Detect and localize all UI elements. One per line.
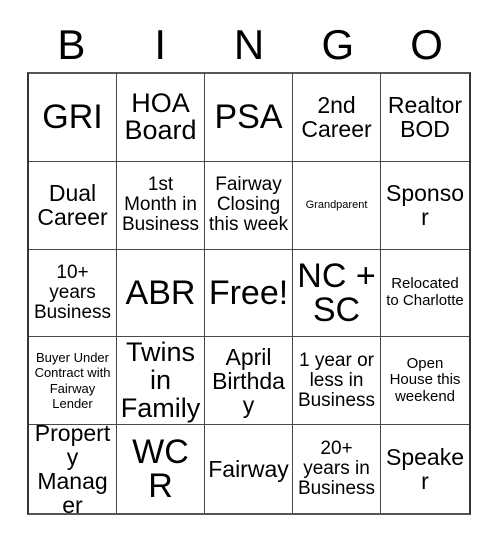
bingo-cell[interactable]: 1 year or less in Business: [293, 337, 381, 426]
bingo-cell-label: 1st Month in Business: [121, 174, 200, 236]
bingo-cell[interactable]: Grandparent: [293, 161, 381, 250]
bingo-cell-label: WCR: [132, 433, 189, 506]
bingo-cell-label: NC + SC: [297, 256, 376, 329]
bingo-header-letter-i: I: [154, 21, 167, 68]
bingo-cell-label: Relocated to Charlotte: [386, 275, 464, 309]
bingo-cell-label: Fairway: [208, 456, 289, 483]
bingo-cell[interactable]: 2nd Career: [293, 74, 381, 162]
bingo-cell[interactable]: Property Manager: [29, 425, 117, 513]
bingo-cell-label: Property Manager: [34, 425, 111, 513]
bingo-header-letter-n: N: [233, 21, 265, 68]
bingo-cell[interactable]: Realtor BOD: [381, 74, 469, 162]
bingo-cell-label: ABR: [125, 273, 196, 312]
bingo-cell-label: Buyer Under Contract with Fairway Lender: [34, 350, 111, 412]
bingo-cell-label: Fairway Closing this week: [208, 174, 289, 236]
bingo-cell-label: Open House this weekend: [389, 354, 461, 406]
bingo-card: B I N G O GRI HOA Board PSA 2nd Career R…: [0, 0, 500, 544]
bingo-cell-label: Free!: [208, 273, 289, 312]
bingo-cell-label: Sponsor: [385, 180, 464, 231]
bingo-cell[interactable]: 1st Month in Business: [117, 161, 205, 250]
bingo-cell-label: Twins in Family: [120, 337, 201, 423]
bingo-cell-label: 10+ years Business: [33, 261, 112, 324]
bingo-cell[interactable]: Relocated to Charlotte: [381, 249, 469, 338]
bingo-cell-label: Grandparent: [305, 198, 368, 211]
bingo-header-letter-b: B: [57, 21, 86, 68]
bingo-cell[interactable]: PSA: [205, 74, 293, 162]
bingo-cell-label: Speaker: [385, 443, 464, 495]
bingo-cell-label: PSA: [214, 98, 283, 137]
bingo-cell-label: 1 year or less in Business: [297, 349, 376, 411]
bingo-cell[interactable]: 10+ years Business: [29, 249, 117, 338]
bingo-cell[interactable]: Sponsor: [381, 161, 469, 250]
bingo-cell-label: Dual Career: [37, 180, 108, 231]
bingo-cell[interactable]: April Birthday: [205, 337, 293, 426]
bingo-cell-label: 2nd Career: [301, 92, 372, 143]
bingo-cell-label: April Birthday: [212, 343, 285, 418]
bingo-header-letter-g: G: [321, 21, 355, 68]
bingo-grid: GRI HOA Board PSA 2nd Career Realtor BOD…: [27, 72, 471, 515]
bingo-header-letter-o: O: [410, 21, 443, 68]
bingo-cell[interactable]: Open House this weekend: [381, 337, 469, 426]
bingo-free-cell[interactable]: Free!: [205, 249, 293, 338]
bingo-cell[interactable]: Speaker: [381, 425, 469, 513]
bingo-cell-label: GRI: [42, 98, 103, 137]
bingo-cell[interactable]: Twins in Family: [117, 337, 205, 426]
bingo-cell[interactable]: Fairway: [205, 425, 293, 513]
bingo-cell[interactable]: WCR: [117, 425, 205, 513]
bingo-cell-label: 20+ years in Business: [297, 437, 376, 500]
bingo-cell[interactable]: Buyer Under Contract with Fairway Lender: [29, 337, 117, 426]
bingo-cell[interactable]: GRI: [29, 74, 117, 162]
bingo-cell[interactable]: HOA Board: [117, 74, 205, 162]
bingo-cell[interactable]: NC + SC: [293, 249, 381, 338]
bingo-cell[interactable]: Dual Career: [29, 161, 117, 250]
bingo-cell[interactable]: 20+ years in Business: [293, 425, 381, 513]
bingo-header-row: B I N G O: [27, 18, 471, 72]
bingo-cell[interactable]: ABR: [117, 249, 205, 338]
bingo-cell-label: Realtor BOD: [387, 92, 463, 143]
bingo-cell[interactable]: Fairway Closing this week: [205, 161, 293, 250]
bingo-cell-label: HOA Board: [124, 87, 197, 146]
